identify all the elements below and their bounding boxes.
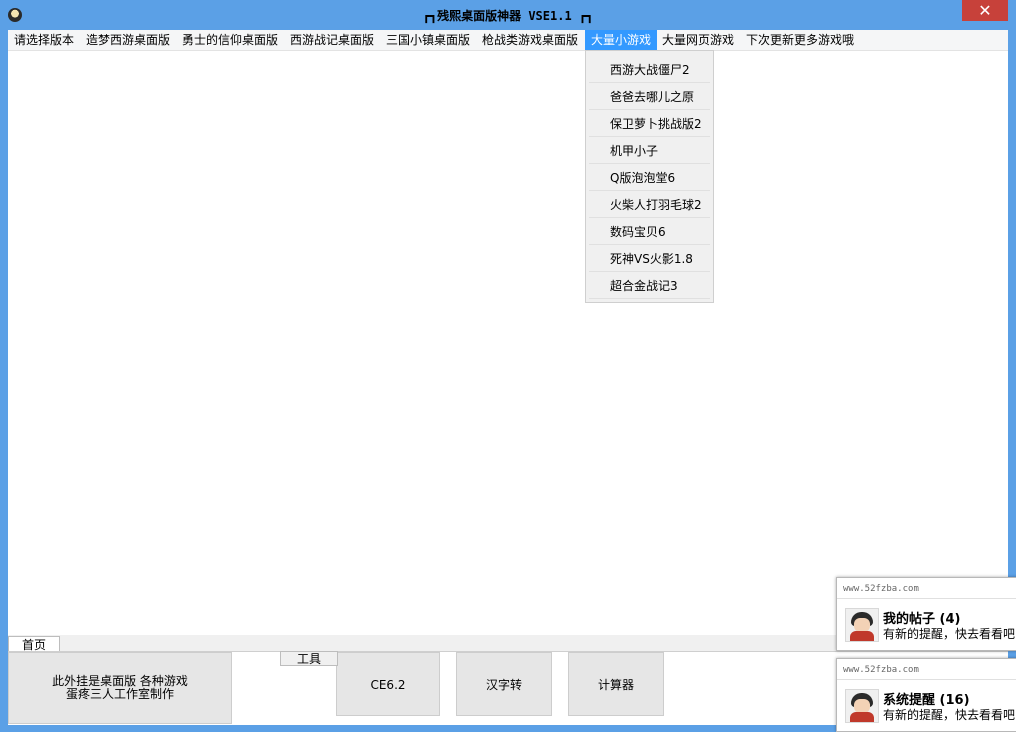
ce-button[interactable]: CE6.2 xyxy=(336,652,440,716)
divider xyxy=(837,598,1016,599)
menu-xiyou-zhanji[interactable]: 西游战记桌面版 xyxy=(284,30,380,50)
dropdown-item[interactable]: 超合金战记3 xyxy=(589,273,710,299)
notification-site: www.52fzba.com xyxy=(843,584,919,594)
menu-zaomeng-xiyou[interactable]: 造梦西游桌面版 xyxy=(80,30,176,50)
notification-message: 有新的提醒，快去看看吧 xyxy=(883,627,1016,641)
info-box: 此外挂是桌面版 各种游戏 蛋疼三人工作室制作 xyxy=(8,652,232,724)
title-bar[interactable]: ┏┓残熙桌面版神器 VSE1.1 ┏┓ ✕ xyxy=(0,0,1016,30)
dropdown-item[interactable]: 机甲小子 xyxy=(589,138,710,164)
dropdown-item[interactable]: 火柴人打羽毛球2 xyxy=(589,192,710,218)
dropdown-item[interactable]: 数码宝贝6 xyxy=(589,219,710,245)
dropdown-item[interactable]: 西游大战僵尸2 xyxy=(589,57,710,83)
dropdown-item[interactable]: 死神VS火影1.8 xyxy=(589,246,710,272)
notification-popup-posts[interactable]: www.52fzba.com 我的帖子 (4) 有新的提醒，快去看看吧 xyxy=(836,577,1016,651)
close-icon: ✕ xyxy=(978,1,992,20)
menu-yongshi-xinyang[interactable]: 勇士的信仰桌面版 xyxy=(176,30,284,50)
menu-bar: 请选择版本 造梦西游桌面版 勇士的信仰桌面版 西游战记桌面版 三国小镇桌面版 枪… xyxy=(8,30,1008,51)
menu-mini-games[interactable]: 大量小游戏 xyxy=(585,30,658,50)
divider xyxy=(837,679,1016,680)
avatar-icon xyxy=(845,608,879,642)
tools-group-label: 工具 xyxy=(280,651,338,666)
avatar-icon xyxy=(845,689,879,723)
window-title: ┏┓残熙桌面版神器 VSE1.1 ┏┓ xyxy=(422,9,594,23)
app-window: ┏┓残熙桌面版神器 VSE1.1 ┏┓ ✕ 请选择版本 造梦西游桌面版 勇士的信… xyxy=(0,0,1016,732)
calculator-button[interactable]: 计算器 xyxy=(568,652,664,716)
menu-sanguo-xiaozhen[interactable]: 三国小镇桌面版 xyxy=(380,30,476,50)
menu-web-games[interactable]: 大量网页游戏 xyxy=(656,30,740,50)
menu-more-coming[interactable]: 下次更新更多游戏哦 xyxy=(740,30,860,50)
close-button[interactable]: ✕ xyxy=(962,0,1008,21)
hanzi-convert-button[interactable]: 汉字转 xyxy=(456,652,552,716)
dropdown-item[interactable]: 爸爸去哪儿之原 xyxy=(589,84,710,110)
info-line-2: 蛋疼三人工作室制作 xyxy=(65,687,174,701)
mini-games-dropdown: 西游大战僵尸2 爸爸去哪儿之原 保卫萝卜挑战版2 机甲小子 Q版泡泡堂6 火柴人… xyxy=(585,50,714,303)
dropdown-item[interactable]: Q版泡泡堂6 xyxy=(589,165,710,191)
notification-popup-system[interactable]: www.52fzba.com 系统提醒 (16) 有新的提醒，快去看看吧 xyxy=(836,658,1016,732)
menu-shooter-games[interactable]: 枪战类游戏桌面版 xyxy=(476,30,584,50)
notification-message: 有新的提醒，快去看看吧 xyxy=(883,708,1016,722)
dropdown-item[interactable]: 保卫萝卜挑战版2 xyxy=(589,111,710,137)
menu-select-version[interactable]: 请选择版本 xyxy=(8,30,80,50)
notification-site: www.52fzba.com xyxy=(843,665,919,675)
